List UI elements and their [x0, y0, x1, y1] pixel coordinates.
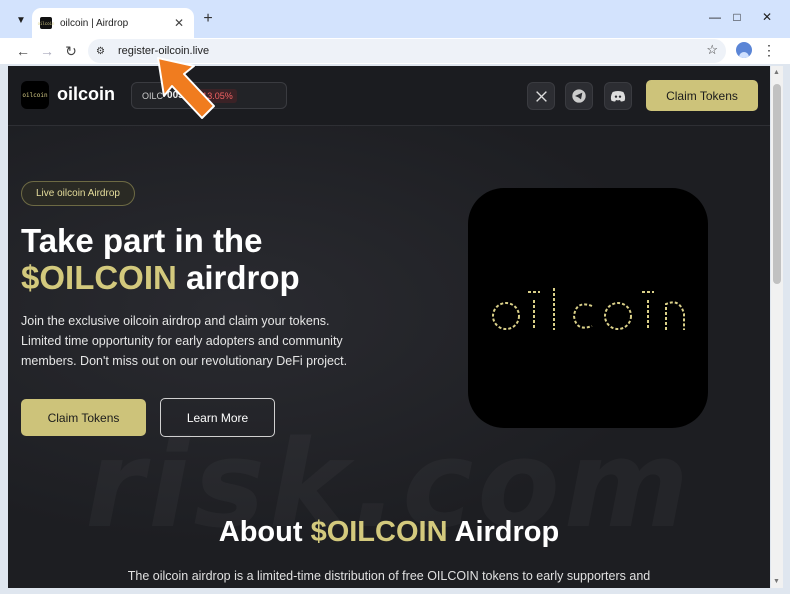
minimize-icon[interactable]: — [708, 10, 722, 24]
forward-icon[interactable]: → [38, 42, 56, 60]
page-scrollbar[interactable]: ▲ ▼ [771, 66, 783, 588]
hero-logo [468, 188, 708, 428]
site-info-icon[interactable]: ⚙ [96, 46, 114, 57]
telegram-icon[interactable] [565, 82, 593, 110]
reload-icon[interactable]: ↻ [62, 42, 80, 60]
tab-favicon: oilcoin [38, 17, 54, 29]
profile-avatar-icon[interactable] [736, 42, 752, 58]
oilcoin-ascii-logo [492, 288, 685, 330]
browser-tab-strip: ▼ oilcoin oilcoin | Airdrop ✕ + — □ ✕ [0, 0, 790, 38]
annotation-arrow-icon [157, 57, 215, 119]
about-title-accent: $OILCOIN [310, 516, 448, 548]
site-logo[interactable]: oilcoin [21, 81, 49, 109]
hero-title: Take part in the $OILCOIN airdrop [21, 222, 300, 296]
about-title-post: Airdrop [454, 516, 560, 548]
scroll-thumb[interactable] [773, 84, 781, 284]
tab-close-icon[interactable]: ✕ [172, 16, 186, 30]
browser-menu-icon[interactable]: ⋮ [762, 42, 776, 59]
scroll-down-icon[interactable]: ▼ [773, 578, 780, 585]
hero-title-line1: Take part in the [21, 222, 263, 259]
tab-search-icon[interactable]: ▼ [10, 10, 32, 30]
x-icon[interactable] [527, 82, 555, 110]
tab-title: oilcoin | Airdrop [60, 17, 129, 29]
browser-toolbar: ← → ↻ ⚙ register-oilcoin.live ☆ [0, 38, 790, 64]
maximize-icon[interactable]: □ [730, 10, 744, 24]
bookmark-star-icon[interactable]: ☆ [706, 42, 718, 58]
page-viewport: risk.com oilcoin oilcoin OILC 0052 -13.0… [8, 66, 770, 588]
claim-tokens-button[interactable]: Claim Tokens [21, 399, 146, 436]
discord-icon[interactable] [604, 82, 632, 110]
hero-description: Join the exclusive oilcoin airdrop and c… [21, 314, 348, 368]
hero-title-rest: airdrop [186, 259, 300, 296]
window-close-icon[interactable]: ✕ [760, 10, 774, 24]
new-tab-icon[interactable]: + [200, 11, 216, 27]
live-airdrop-badge: Live oilcoin Airdrop [21, 181, 135, 206]
about-text: The oilcoin airdrop is a limited-time di… [127, 569, 651, 583]
site-header: oilcoin oilcoin OILC 0052 -13.05% Claim … [8, 66, 770, 126]
back-icon[interactable]: ← [14, 42, 32, 60]
about-title: About $OILCOIN Airdrop [8, 516, 770, 549]
hero-title-accent: $OILCOIN [21, 259, 177, 296]
header-claim-tokens-button[interactable]: Claim Tokens [646, 80, 758, 111]
scroll-up-icon[interactable]: ▲ [773, 69, 780, 76]
brand-name[interactable]: oilcoin [57, 84, 115, 105]
browser-tab[interactable]: oilcoin oilcoin | Airdrop ✕ [32, 8, 194, 38]
about-title-pre: About [218, 516, 303, 548]
learn-more-button[interactable]: Learn More [160, 398, 275, 437]
